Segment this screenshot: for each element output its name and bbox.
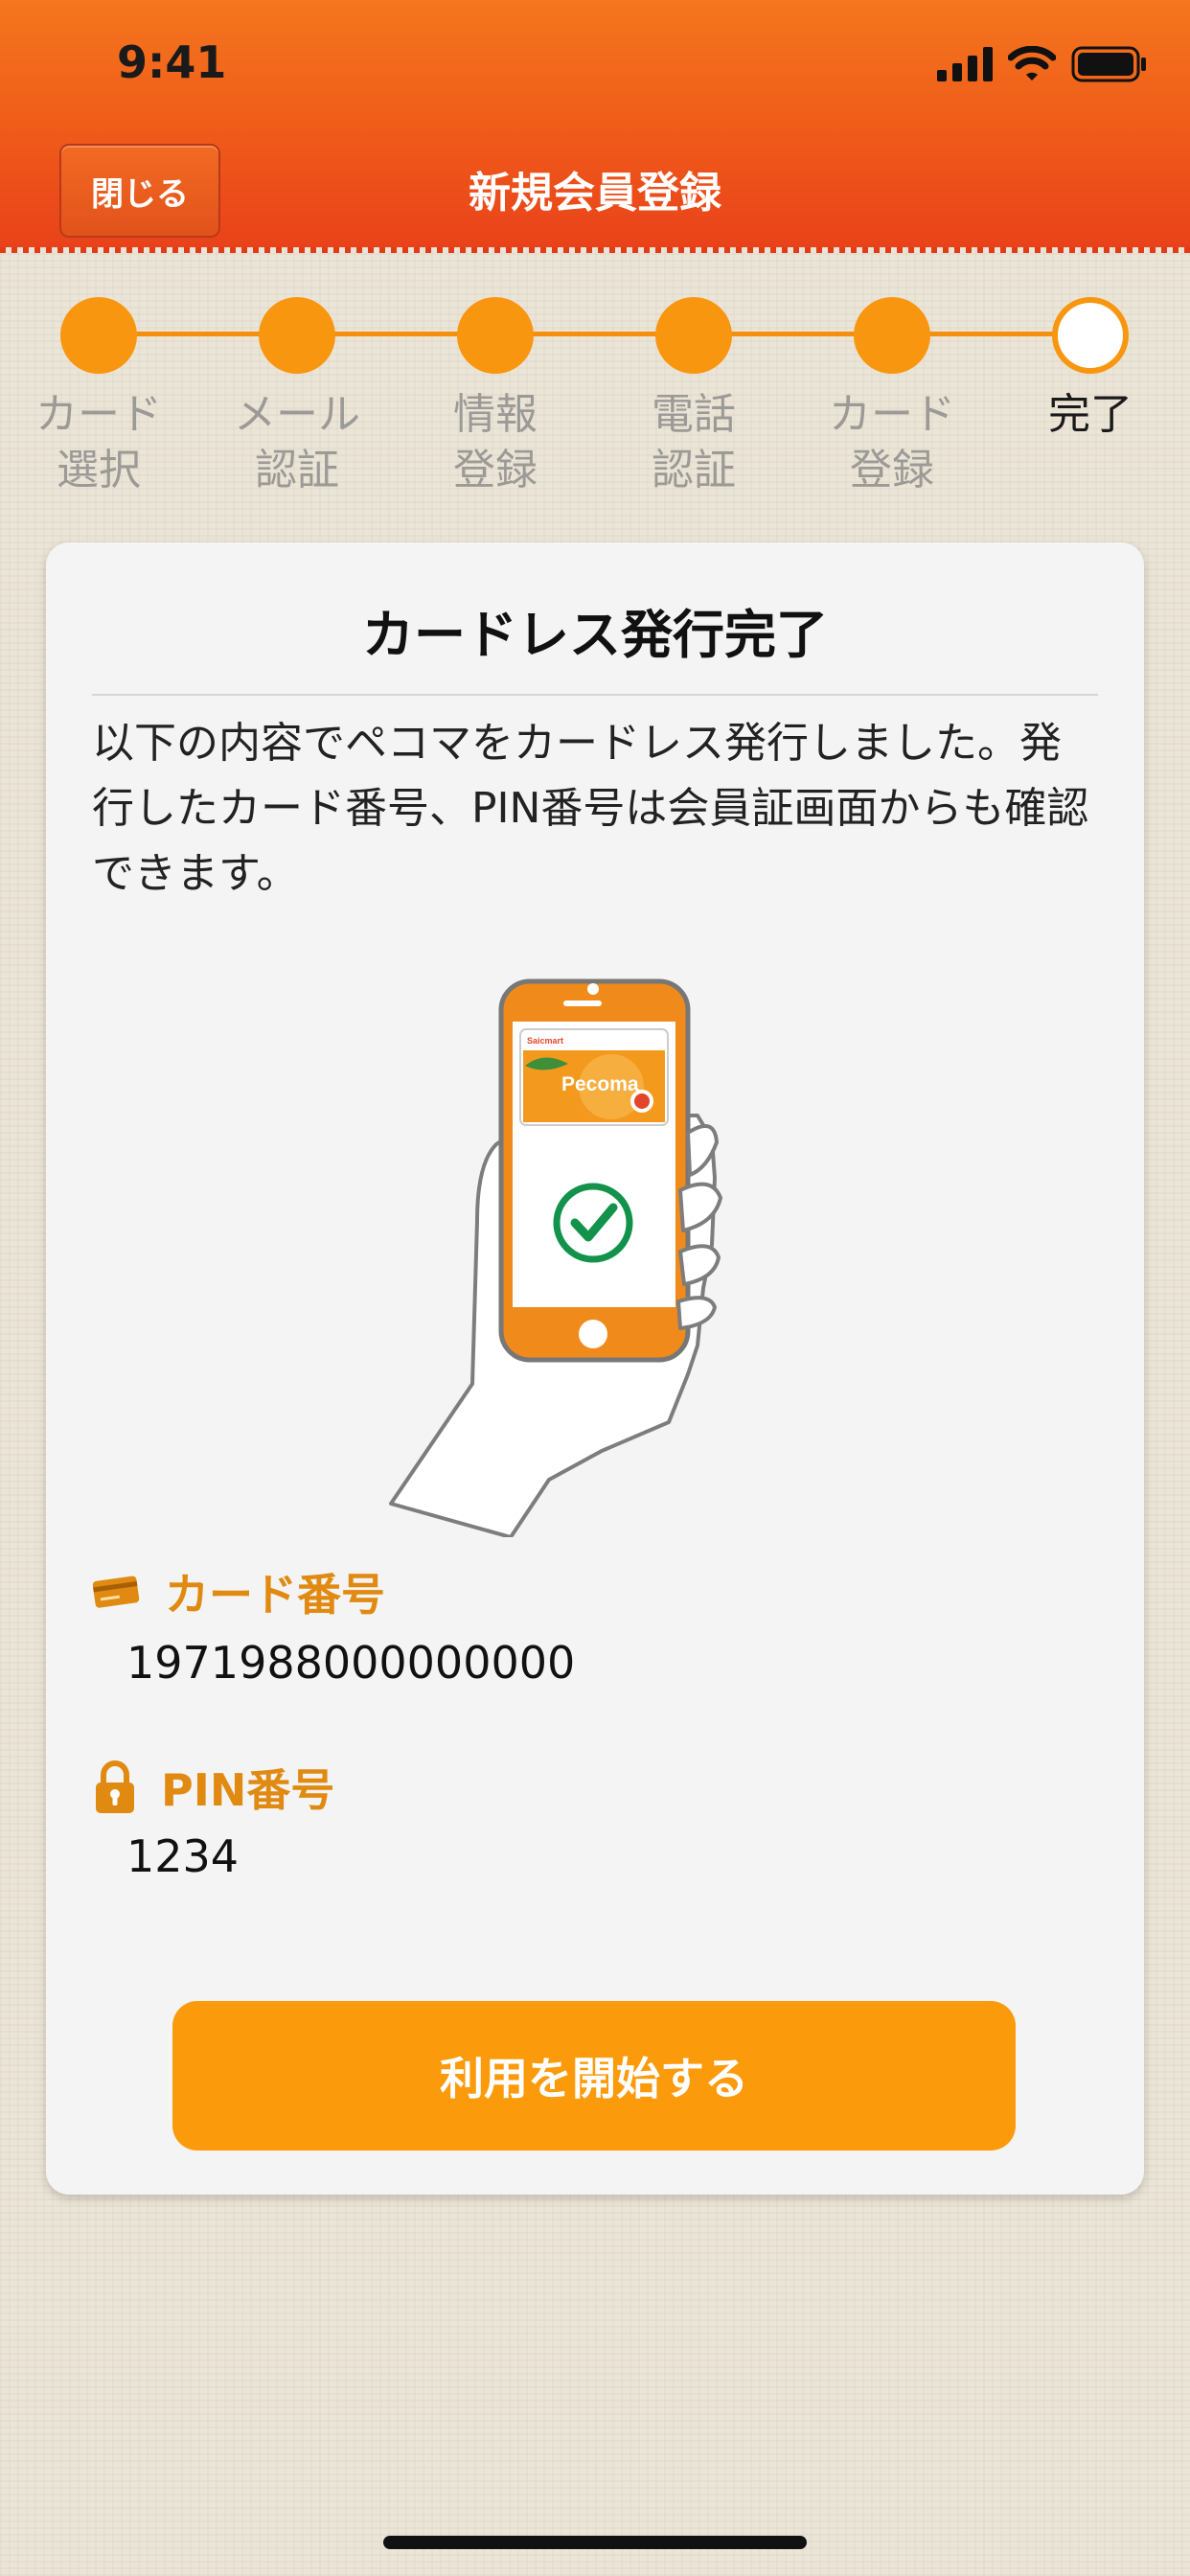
card-name-text: Pecoma (561, 1073, 639, 1095)
card-icon (92, 1576, 140, 1608)
battery-icon (1071, 46, 1146, 82)
step-card-register: カード 登録 (796, 297, 988, 498)
status-icons (937, 42, 1148, 86)
step-phone-verify: 電話 認証 (598, 297, 790, 498)
lock-icon (96, 1760, 134, 1813)
step-label: メール 認証 (234, 390, 360, 494)
nav-header: 9:41 閉じる 新規会員登録 (0, 0, 1190, 253)
description-text: 以下の内容でペコマをカードレス発行しました。発行したカード番号、PIN番号は会員… (92, 719, 1089, 898)
start-using-button[interactable]: 利用を開始する (172, 2001, 1016, 2150)
card-brand-text: Saicmart (527, 1036, 563, 1046)
step-label: 電話 認証 (652, 390, 736, 494)
card-title: カードレス発行完了 (362, 605, 828, 665)
check-circle-icon (553, 1183, 633, 1263)
step-dot (854, 297, 930, 374)
pin-value: 1234 (126, 1830, 240, 1882)
step-dot (60, 297, 137, 374)
wifi-icon (1008, 46, 1056, 80)
step-complete: 完了 (995, 297, 1186, 443)
completion-card: カードレス発行完了 以下の内容でペコマをカードレス発行しました。発行したカード番… (46, 542, 1144, 2195)
home-indicator[interactable] (383, 2536, 807, 2549)
divider (92, 694, 1098, 696)
step-dot-current (1052, 297, 1129, 374)
step-label: 完了 (1048, 390, 1133, 439)
step-label: カード 選択 (35, 390, 162, 494)
pin-label-row: PIN番号 (92, 1756, 334, 1819)
card-number-value: 1971988000000000 (126, 1637, 576, 1689)
step-dot (655, 297, 732, 374)
step-card-select: カード 選択 (3, 297, 195, 498)
registration-stepper: カード 選択 メール 認証 情報 登録 電話 認証 カード 登録 完了 (0, 288, 1190, 508)
step-label: 情報 登録 (453, 390, 538, 494)
card-number-label-row: カード番号 (92, 1560, 385, 1623)
pin-label: PIN番号 (161, 1764, 335, 1816)
step-label: カード 登録 (829, 390, 955, 494)
step-info-register: 情報 登録 (400, 297, 591, 498)
step-email-verify: メール 認証 (201, 297, 393, 498)
step-dot (259, 297, 335, 374)
page-title: 新規会員登録 (469, 169, 721, 218)
phone-in-hand-illustration: Saicmart Pecoma (389, 978, 722, 1537)
card-number-label: カード番号 (165, 1569, 385, 1621)
cellular-signal-icon (937, 47, 993, 81)
status-time: 9:41 (117, 36, 227, 88)
step-dot (457, 297, 534, 374)
